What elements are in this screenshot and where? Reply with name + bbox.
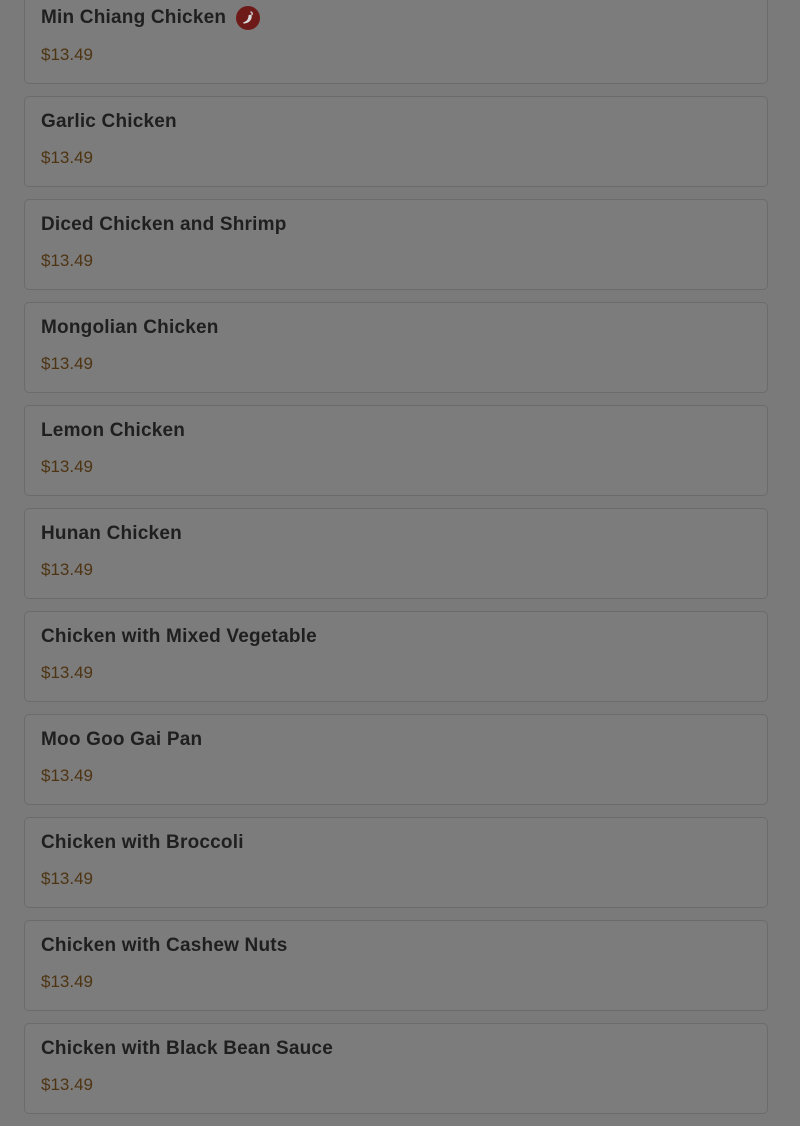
- menu-item-card[interactable]: Mongolian Chicken $13.49: [24, 302, 768, 393]
- menu-item-name: Chicken with Broccoli: [41, 832, 244, 853]
- menu-item-card[interactable]: Diced Chicken and Shrimp $13.49: [24, 199, 768, 290]
- menu-item-name: Garlic Chicken: [41, 111, 177, 132]
- menu-item-price: $13.49: [41, 766, 93, 785]
- menu-item-price: $13.49: [41, 148, 93, 167]
- menu-item-price: $13.49: [41, 972, 93, 991]
- menu-item-card[interactable]: Lemon Chicken $13.49: [24, 405, 768, 496]
- menu-item-card[interactable]: Chicken with Mixed Vegetable $13.49: [24, 611, 768, 702]
- menu-item-name: Moo Goo Gai Pan: [41, 729, 203, 750]
- menu-item-price: $13.49: [41, 1075, 93, 1094]
- menu-item-name: Chicken with Mixed Vegetable: [41, 626, 317, 647]
- menu-item-name: Chicken with Cashew Nuts: [41, 935, 288, 956]
- menu-item-price: $13.49: [41, 560, 93, 579]
- menu-item-card[interactable]: Chicken with Cashew Nuts $13.49: [24, 920, 768, 1011]
- menu-item-card[interactable]: Garlic Chicken $13.49: [24, 96, 768, 187]
- menu-item-name: Chicken with Black Bean Sauce: [41, 1038, 333, 1059]
- menu-item-price: $13.49: [41, 457, 93, 476]
- menu-item-card[interactable]: Chicken with Broccoli $13.49: [24, 817, 768, 908]
- menu-item-card[interactable]: Moo Goo Gai Pan $13.49: [24, 714, 768, 805]
- menu-item-name: Hunan Chicken: [41, 523, 182, 544]
- menu-item-name: Diced Chicken and Shrimp: [41, 214, 287, 235]
- menu-item-name: Lemon Chicken: [41, 420, 186, 441]
- menu-item-price: $13.49: [41, 354, 93, 373]
- menu-item-name: Min Chiang Chicken: [41, 7, 227, 28]
- menu-item-name: Mongolian Chicken: [41, 317, 219, 338]
- menu-item-price: $13.49: [41, 869, 93, 888]
- menu-item-price: $13.49: [41, 663, 93, 682]
- chili-pepper-icon: [236, 6, 261, 30]
- menu-item-price: $13.49: [41, 251, 93, 270]
- menu-item-card[interactable]: Chicken with Black Bean Sauce $13.49: [24, 1023, 768, 1114]
- menu-item-card[interactable]: Min Chiang Chicken $13.49: [24, 0, 768, 84]
- menu-item-card[interactable]: Hunan Chicken $13.49: [24, 508, 768, 599]
- menu-item-list: Min Chiang Chicken $13.49 Garlic Chicken…: [24, 0, 768, 1126]
- menu-item-price: $13.49: [41, 45, 93, 64]
